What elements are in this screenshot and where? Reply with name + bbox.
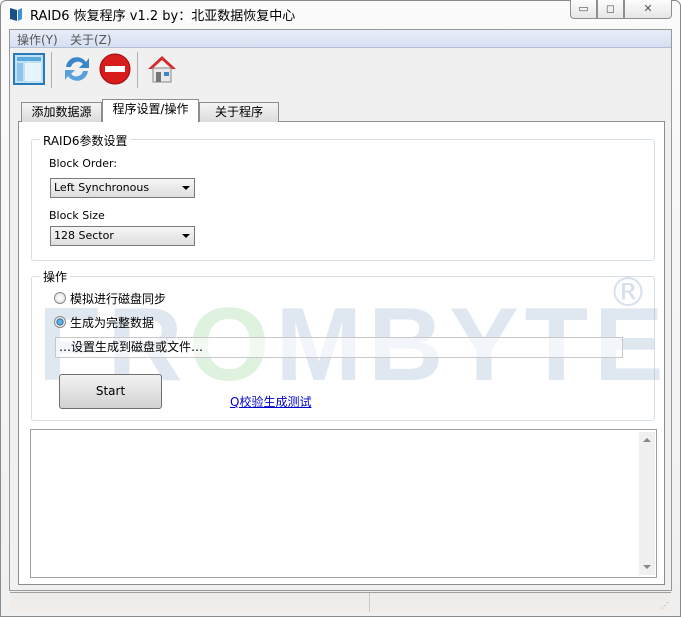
minimize-button[interactable]: ▭ — [570, 0, 597, 19]
vertical-scrollbar[interactable] — [639, 432, 655, 575]
radio-simulate-sync-label: 模拟进行磁盘同步 — [70, 292, 167, 306]
menu-operation[interactable]: 操作(Y) — [17, 31, 58, 48]
radio-generate-full-label: 生成为完整数据 — [70, 316, 155, 330]
layout-icon[interactable] — [12, 52, 46, 86]
window-title: RAID6 恢复程序 v1.2 by：北亚数据恢复中心 — [30, 9, 296, 24]
radio-generate-full[interactable] — [54, 316, 66, 328]
block-order-label: Block Order: — [49, 157, 118, 170]
block-order-value: Left Synchronous — [54, 181, 150, 194]
toolbar-separator — [51, 52, 52, 88]
block-size-label: Block Size — [49, 209, 105, 222]
block-size-select[interactable]: 128 Sector — [50, 226, 195, 246]
tab-settings[interactable]: 程序设置/操作 — [102, 99, 199, 122]
q-check-test-link[interactable]: Q校验生成测试 — [230, 393, 311, 410]
tab-about[interactable]: 关于程序 — [199, 102, 279, 122]
menu-about[interactable]: 关于(Z) — [70, 31, 112, 48]
log-textarea[interactable] — [30, 429, 657, 578]
maximize-icon: ◻ — [605, 2, 616, 15]
toolbar-separator — [137, 52, 138, 88]
chevron-down-icon — [182, 234, 190, 238]
block-order-select[interactable]: Left Synchronous — [50, 178, 195, 198]
status-divider — [369, 593, 370, 612]
chevron-down-icon — [182, 186, 190, 190]
close-icon: ✕ — [643, 2, 653, 15]
app-icon — [10, 8, 22, 21]
maximize-button[interactable]: ◻ — [597, 0, 624, 19]
resize-grip-icon[interactable]: ⋰ — [661, 601, 669, 610]
scroll-up-icon[interactable] — [643, 438, 651, 442]
scroll-down-icon[interactable] — [643, 565, 651, 569]
minimize-icon: ▭ — [578, 2, 589, 15]
stop-icon[interactable] — [98, 52, 132, 86]
radio-simulate-sync[interactable] — [54, 292, 66, 304]
registered-mark: ® — [608, 270, 648, 316]
refresh-icon[interactable] — [60, 52, 94, 86]
close-button[interactable]: ✕ — [624, 0, 672, 19]
output-path-field[interactable]: …设置生成到磁盘或文件… — [55, 337, 623, 358]
home-icon[interactable] — [145, 52, 179, 86]
raid-params-title: RAID6参数设置 — [40, 132, 131, 149]
status-bar: ⋰ — [10, 592, 671, 612]
block-size-value: 128 Sector — [54, 229, 114, 242]
start-button[interactable]: Start — [59, 374, 162, 409]
operation-title: 操作 — [40, 268, 71, 285]
tab-add-source[interactable]: 添加数据源 — [21, 102, 102, 122]
